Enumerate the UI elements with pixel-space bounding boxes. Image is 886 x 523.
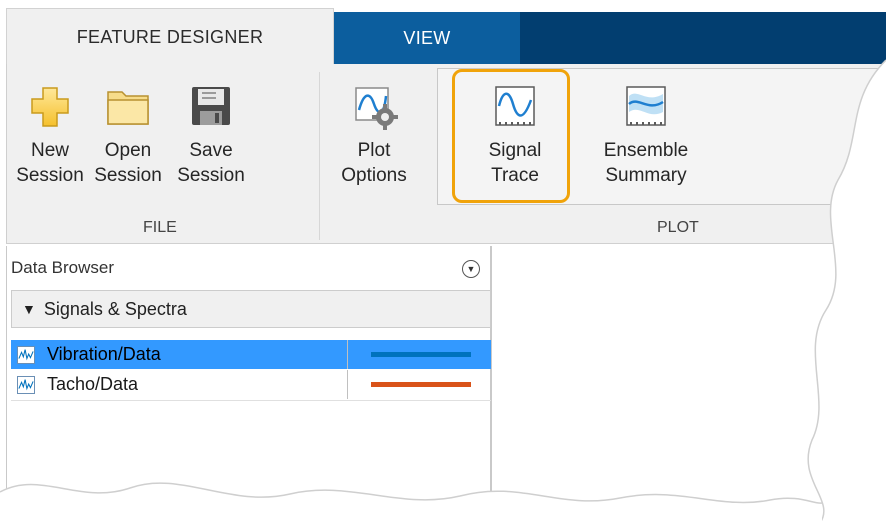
signal-icon: [17, 375, 35, 394]
list-item-tacho-data[interactable]: Tacho/Data: [11, 370, 491, 399]
plot-options-label-1: Plot: [357, 140, 391, 161]
plus-icon: [31, 87, 69, 127]
file-section-separator: [319, 72, 320, 240]
data-browser-panel: Data Browser ▼ ▼ Signals & Spectra Vibra…: [6, 246, 492, 523]
save-session-label-2: Session: [177, 165, 245, 186]
signal-label: Tacho/Data: [47, 374, 139, 394]
list-item-vibration-data[interactable]: Vibration/Data: [11, 340, 491, 369]
line-color-swatch: [371, 382, 471, 387]
save-session-button[interactable]: Save Session: [169, 82, 253, 188]
collapse-chevron-icon[interactable]: ▼: [462, 260, 480, 278]
signal-trace-highlight: [452, 69, 570, 203]
open-session-button[interactable]: Open Session: [87, 82, 169, 188]
tab-strip-background-dark: [520, 12, 886, 64]
ensemble-summary-icon: [626, 86, 666, 126]
feature-designer-app: FEATURE DESIGNER VIEW New Session Open S…: [0, 0, 886, 523]
plot-options-button[interactable]: Plot Options: [329, 82, 419, 188]
plot-section-label: PLOT: [657, 219, 699, 236]
signal-label: Vibration/Data: [47, 344, 161, 364]
new-session-label-2: Session: [16, 165, 84, 186]
signal-icon: [17, 345, 35, 364]
column-separator: [347, 370, 348, 399]
expand-triangle-icon[interactable]: ▼: [22, 301, 36, 317]
ribbon: New Session Open Session Save Session FI…: [6, 64, 886, 244]
tab-strip: FEATURE DESIGNER VIEW: [0, 0, 886, 65]
ensemble-summary-label-1: Ensemble: [603, 140, 689, 161]
group-label: Signals & Spectra: [43, 298, 187, 319]
open-session-label-1: Open: [104, 140, 152, 161]
tab-feature-designer[interactable]: FEATURE DESIGNER: [6, 8, 334, 65]
floppy-disk-icon: [192, 87, 230, 125]
open-session-label-2: Session: [94, 165, 162, 186]
data-browser-title: Data Browser: [11, 258, 114, 277]
new-session-button[interactable]: New Session: [15, 82, 85, 188]
plot-options-gear-icon: [355, 87, 398, 130]
folder-icon: [107, 91, 149, 125]
plot-options-label-2: Options: [341, 165, 407, 186]
ensemble-summary-button[interactable]: Ensemble Summary: [591, 82, 701, 188]
data-browser-header: Data Browser: [7, 252, 491, 284]
file-section-label: FILE: [143, 219, 177, 236]
ensemble-summary-label-2: Summary: [605, 165, 687, 186]
new-session-label-1: New: [30, 140, 69, 161]
line-color-swatch: [371, 352, 471, 357]
save-session-label-1: Save: [189, 140, 233, 161]
signals-spectra-group[interactable]: ▼ Signals & Spectra: [11, 290, 491, 328]
column-separator: [347, 340, 348, 369]
row-divider: [11, 400, 491, 401]
tab-view[interactable]: VIEW: [352, 12, 502, 64]
